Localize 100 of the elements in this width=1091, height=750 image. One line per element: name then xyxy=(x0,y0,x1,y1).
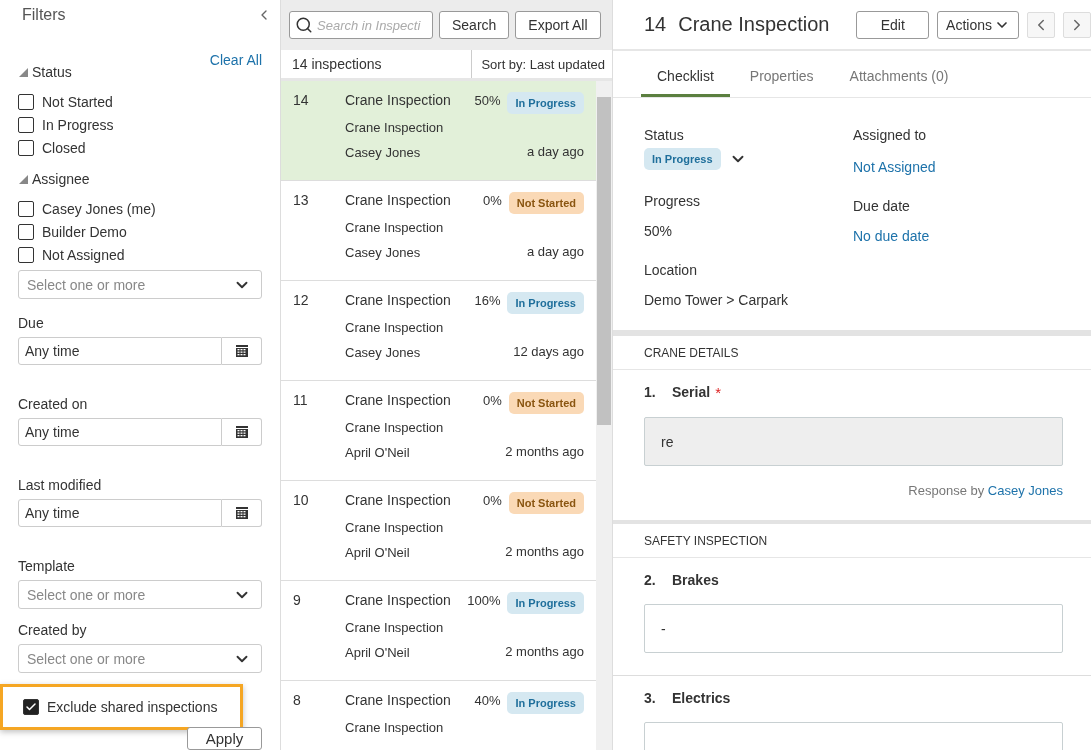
calendar-icon xyxy=(234,506,249,520)
apply-button[interactable]: Apply xyxy=(187,727,262,750)
triangle-icon[interactable] xyxy=(18,67,28,77)
previous-button[interactable] xyxy=(1027,11,1055,38)
checkbox[interactable] xyxy=(18,139,34,156)
updated-time: 2 months ago xyxy=(505,544,584,559)
progress-percent: 50% xyxy=(474,93,501,108)
row-template: Crane Inspection xyxy=(345,420,444,435)
triangle-icon[interactable] xyxy=(18,174,28,184)
answer-field[interactable]: - xyxy=(644,604,1063,653)
status-badge: Not Started xyxy=(508,492,584,514)
select-field[interactable]: Select one or more xyxy=(18,270,262,299)
progress-percent: 100% xyxy=(467,593,501,608)
field-label: Last modified xyxy=(18,477,103,493)
required-mark: * xyxy=(715,384,721,401)
status-badge: In Progress xyxy=(507,692,584,714)
section-heading: SAFETY INSPECTION xyxy=(613,524,1091,558)
select-field[interactable]: Select one or more xyxy=(18,580,262,609)
row-template: Crane Inspection xyxy=(345,720,444,735)
question-number: 1. xyxy=(644,384,657,400)
row-title: Crane Inspection xyxy=(345,192,451,208)
row-assignee: April O'Neil xyxy=(345,545,410,560)
progress-percent: 40% xyxy=(474,693,501,708)
checkbox-label: In Progress xyxy=(42,116,114,133)
clear-all-link[interactable]: Clear All xyxy=(209,52,262,68)
checkbox[interactable] xyxy=(23,699,39,716)
tab[interactable]: Checklist xyxy=(641,68,730,97)
actions-button[interactable]: Actions xyxy=(937,10,1019,39)
updated-time: a day ago xyxy=(526,144,584,159)
updated-time: a day ago xyxy=(526,244,584,259)
checkbox[interactable] xyxy=(18,116,34,133)
date-field[interactable]: Any time xyxy=(18,337,222,365)
row-template: Crane Inspection xyxy=(345,320,444,335)
row-title: Crane Inspection xyxy=(345,292,451,308)
row-template: Crane Inspection xyxy=(345,220,444,235)
row-assignee: April O'Neil xyxy=(345,645,410,660)
checkbox-label: Not Started xyxy=(42,93,113,110)
question-label: Brakes xyxy=(672,572,719,588)
question-number: 2. xyxy=(644,572,657,588)
row-template: Crane Inspection xyxy=(345,520,444,535)
section-heading: CRANE DETAILS xyxy=(613,336,1091,370)
select-field[interactable]: Select one or more xyxy=(18,644,262,673)
tab[interactable]: Properties xyxy=(733,68,830,97)
row-assignee: April O'Neil xyxy=(345,445,410,460)
status-badge[interactable]: In Progress xyxy=(644,148,721,170)
row-number: 12 xyxy=(293,292,310,308)
scrollbar[interactable] xyxy=(596,81,612,750)
edit-button[interactable]: Edit xyxy=(856,10,930,39)
sort-dropdown[interactable]: Sort by: Last updated xyxy=(471,50,612,78)
tab[interactable]: Attachments (0) xyxy=(833,68,965,97)
progress-percent: 0% xyxy=(482,193,502,208)
inspection-row[interactable]: 14 Crane Inspection Crane Inspection Casey Jones 50% In Progress a day ago xyxy=(281,81,596,181)
search-field[interactable]: Search in Inspecti xyxy=(289,11,433,39)
progress-percent: 0% xyxy=(482,493,502,508)
search-button[interactable]: Search xyxy=(439,11,510,39)
row-number: 8 xyxy=(293,692,302,708)
field-label: Created on xyxy=(18,396,89,412)
status-badge: In Progress xyxy=(507,92,584,114)
checkbox[interactable] xyxy=(18,223,34,240)
row-title: Crane Inspection xyxy=(345,492,451,508)
group-heading: Status xyxy=(32,64,72,80)
field-label: Location xyxy=(644,262,697,278)
row-title: Crane Inspection xyxy=(345,592,451,608)
status-badge: Not Started xyxy=(508,192,584,214)
next-button[interactable] xyxy=(1063,11,1091,38)
field-label: Due xyxy=(18,315,45,331)
status-badge: In Progress xyxy=(507,592,584,614)
row-title: Crane Inspection xyxy=(345,92,451,108)
checkbox-label: Not Assigned xyxy=(42,246,125,263)
updated-time: 2 months ago xyxy=(505,644,584,659)
assignee-link[interactable]: Not Assigned xyxy=(853,159,936,175)
calendar-button[interactable] xyxy=(222,499,262,527)
row-number: 9 xyxy=(293,592,302,608)
date-field[interactable]: Any time xyxy=(18,418,222,446)
due-date-link[interactable]: No due date xyxy=(853,228,930,244)
calendar-icon xyxy=(234,344,249,358)
search-icon xyxy=(295,16,313,34)
checkbox-label: Exclude shared inspections xyxy=(47,699,218,716)
export-button[interactable]: Export All xyxy=(515,11,601,39)
checkbox[interactable] xyxy=(18,246,34,263)
status-badge: In Progress xyxy=(507,292,584,314)
row-assignee: Casey Jones xyxy=(345,145,421,160)
field-label: Due date xyxy=(853,198,910,214)
row-template: Crane Inspection xyxy=(345,120,444,135)
group-heading: Assignee xyxy=(32,171,90,187)
calendar-button[interactable] xyxy=(222,418,262,446)
field-label: Assigned to xyxy=(853,127,927,143)
question-label: Serial xyxy=(672,384,711,400)
field-value: Demo Tower > Carpark xyxy=(644,292,789,308)
result-count: 14 inspections xyxy=(291,55,383,74)
row-assignee: Casey Jones xyxy=(345,345,421,360)
progress-percent: 0% xyxy=(482,393,502,408)
field-label: Status xyxy=(644,127,684,143)
checkbox[interactable] xyxy=(18,200,34,217)
row-title: Crane Inspection xyxy=(345,392,451,408)
calendar-button[interactable] xyxy=(222,337,262,365)
checkbox[interactable] xyxy=(18,93,34,110)
date-field[interactable]: Any time xyxy=(18,499,222,527)
row-number: 13 xyxy=(293,192,310,208)
calendar-icon xyxy=(234,425,249,439)
